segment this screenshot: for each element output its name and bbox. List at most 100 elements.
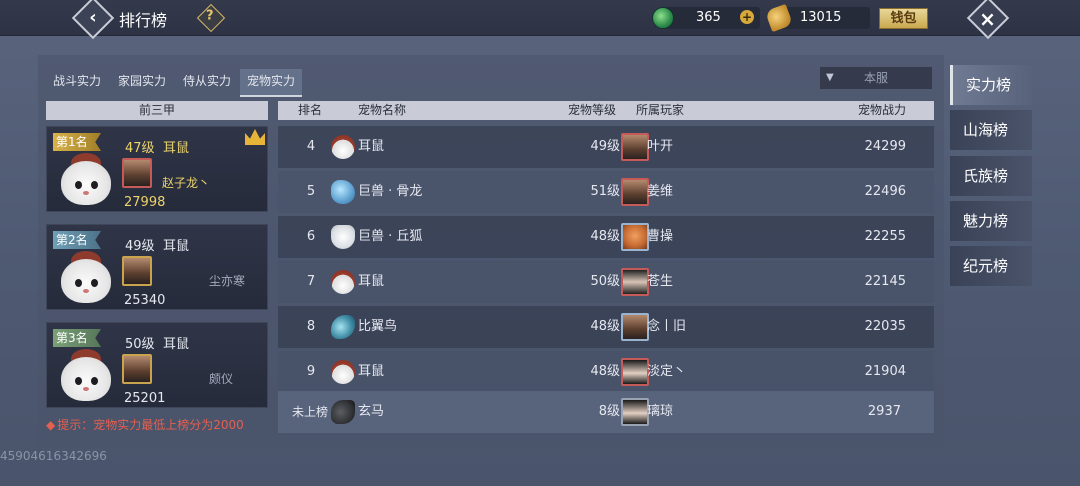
- top-rank-card-1[interactable]: 第1名 47级 耳鼠 赵子龙丶 27998: [46, 126, 268, 212]
- pet-name: 耳鼠: [163, 239, 190, 254]
- pet-power: 21904: [864, 364, 906, 379]
- pet-name: 耳鼠: [358, 139, 385, 154]
- player-name: 颇仪: [209, 372, 234, 386]
- pet-level: 50级: [125, 337, 155, 352]
- top-three-header: 前三甲: [46, 101, 268, 120]
- avatar[interactable]: [621, 178, 649, 206]
- pet-power: 22496: [864, 184, 906, 199]
- rank-badge: 第2名: [53, 231, 101, 249]
- gold-value: 13015: [800, 10, 842, 25]
- top-rank-card-3[interactable]: 第3名 50级 耳鼠 颇仪 25201: [46, 322, 268, 408]
- pet-level: 49级: [125, 239, 155, 254]
- col-owner: 所属玩家: [636, 103, 685, 117]
- table-row[interactable]: 5 巨兽 · 骨龙 51级 姜维 22496: [278, 171, 934, 213]
- pet-level: 48级: [590, 364, 620, 379]
- tab-home[interactable]: 家园实力: [112, 69, 172, 97]
- rank-number: 4: [306, 139, 316, 154]
- player-name: 苍生: [647, 274, 674, 289]
- pet-level: 49级: [590, 139, 620, 154]
- player-name: 赵子龙丶: [162, 176, 211, 190]
- erbao-icon: [331, 270, 355, 294]
- avatar[interactable]: [122, 354, 152, 384]
- player-name: 璃琼: [647, 404, 674, 419]
- rank-number: 7: [306, 274, 316, 289]
- back-button[interactable]: ‹: [71, 0, 115, 40]
- chevron-down-icon: ▼: [826, 72, 834, 83]
- pet-name: 耳鼠: [163, 141, 190, 156]
- side-tab-era[interactable]: 纪元榜: [950, 246, 1032, 286]
- avatar[interactable]: [621, 358, 649, 386]
- user-id: 4590461634269​6: [0, 449, 107, 463]
- my-rank-row[interactable]: 未上榜 玄马 8级 璃琼 2937: [278, 391, 934, 433]
- pet-level: 51级: [590, 184, 620, 199]
- server-filter-select[interactable]: ▼ 本服: [820, 67, 932, 89]
- add-currency-button[interactable]: +: [740, 10, 754, 24]
- side-tab-strength[interactable]: 实力榜: [950, 65, 1032, 105]
- pet-name: 玄马: [358, 404, 385, 419]
- player-name: 念丨旧: [647, 319, 687, 334]
- close-button[interactable]: ×: [966, 0, 1010, 40]
- question-icon: ?: [206, 8, 214, 24]
- rank-number: 5: [306, 184, 316, 199]
- pet-power: 25201: [124, 391, 166, 406]
- avatar[interactable]: [621, 313, 649, 341]
- pet-level: 47级: [125, 141, 155, 156]
- table-row[interactable]: 8 比翼鸟 48级 念丨旧 22035: [278, 306, 934, 348]
- pet-power: 2937: [867, 404, 901, 419]
- pet-name: 巨兽 · 骨龙: [358, 184, 423, 199]
- side-tab-shanhai[interactable]: 山海榜: [950, 110, 1032, 150]
- pet-power: 22145: [864, 274, 906, 289]
- avatar[interactable]: [621, 268, 649, 296]
- avatar[interactable]: [122, 158, 152, 188]
- top-bar: ‹ 排行榜 ? 365 + 13015 钱包 ×: [0, 0, 1080, 40]
- black-horse-icon: [331, 400, 355, 424]
- wallet-button[interactable]: 钱包: [879, 8, 928, 29]
- player-name: 叶开: [647, 139, 674, 154]
- avatar[interactable]: [122, 256, 152, 286]
- rank-status: 未上榜: [292, 405, 329, 419]
- table-row[interactable]: 9 耳鼠 48级 淡定丶 21904: [278, 351, 934, 393]
- col-rank: 排名: [298, 103, 323, 117]
- col-pet-name: 宠物名称: [358, 103, 407, 117]
- crown-icon: [245, 129, 265, 145]
- tab-pet[interactable]: 宠物实力: [240, 69, 302, 97]
- player-name: 淡定丶: [647, 364, 687, 379]
- player-name: 姜维: [647, 184, 674, 199]
- table-row[interactable]: 7 耳鼠 50级 苍生 22145: [278, 261, 934, 303]
- table-row[interactable]: 6 巨兽 · 丘狐 48级 曹操 22255: [278, 216, 934, 258]
- tab-combat[interactable]: 战斗实力: [46, 69, 108, 97]
- tip-message: 提示：宠物实力最低上榜分为2000: [57, 418, 244, 432]
- side-tab-clan[interactable]: 氏族榜: [950, 156, 1032, 196]
- pet-name: 耳鼠: [163, 337, 190, 352]
- pet-power: 24299: [864, 139, 906, 154]
- tip-text: ◆ 提示：宠物实力最低上榜分为2000: [46, 416, 244, 433]
- jade-icon: [652, 7, 674, 29]
- top-rank-card-2[interactable]: 第2名 49级 耳鼠 尘亦寒 25340: [46, 224, 268, 310]
- pet-name: 比翼鸟: [358, 319, 398, 334]
- jade-value: 365: [696, 10, 721, 25]
- close-icon: ×: [979, 6, 996, 31]
- side-tab-charm[interactable]: 魅力榜: [950, 201, 1032, 241]
- pet-power: 27998: [124, 195, 166, 210]
- pet-power: 22035: [864, 319, 906, 334]
- pet-power: 22255: [864, 229, 906, 244]
- avatar[interactable]: [621, 398, 649, 426]
- rank-number: 8: [306, 319, 316, 334]
- rank-number: 9: [306, 364, 316, 379]
- biyi-bird-icon: [331, 315, 355, 339]
- erbao-icon: [331, 360, 355, 384]
- avatar[interactable]: [621, 133, 649, 161]
- erbao-icon: [331, 135, 355, 159]
- tab-attendant[interactable]: 侍从实力: [176, 69, 238, 97]
- table-row[interactable]: 4 耳鼠 49级 叶开 24299: [278, 126, 934, 168]
- help-button[interactable]: ?: [196, 3, 226, 33]
- pet-power: 25340: [124, 293, 166, 308]
- rank-badge: 第1名: [53, 133, 101, 151]
- player-name: 尘亦寒: [209, 274, 246, 288]
- col-pet-level: 宠物等级: [568, 103, 617, 117]
- chevron-left-icon: ‹: [89, 7, 97, 28]
- pet-name: 耳鼠: [358, 274, 385, 289]
- page-title: 排行榜: [119, 11, 168, 30]
- table-header: 排名 宠物名称 宠物等级 所属玩家 宠物战力: [278, 101, 934, 120]
- avatar[interactable]: [621, 223, 649, 251]
